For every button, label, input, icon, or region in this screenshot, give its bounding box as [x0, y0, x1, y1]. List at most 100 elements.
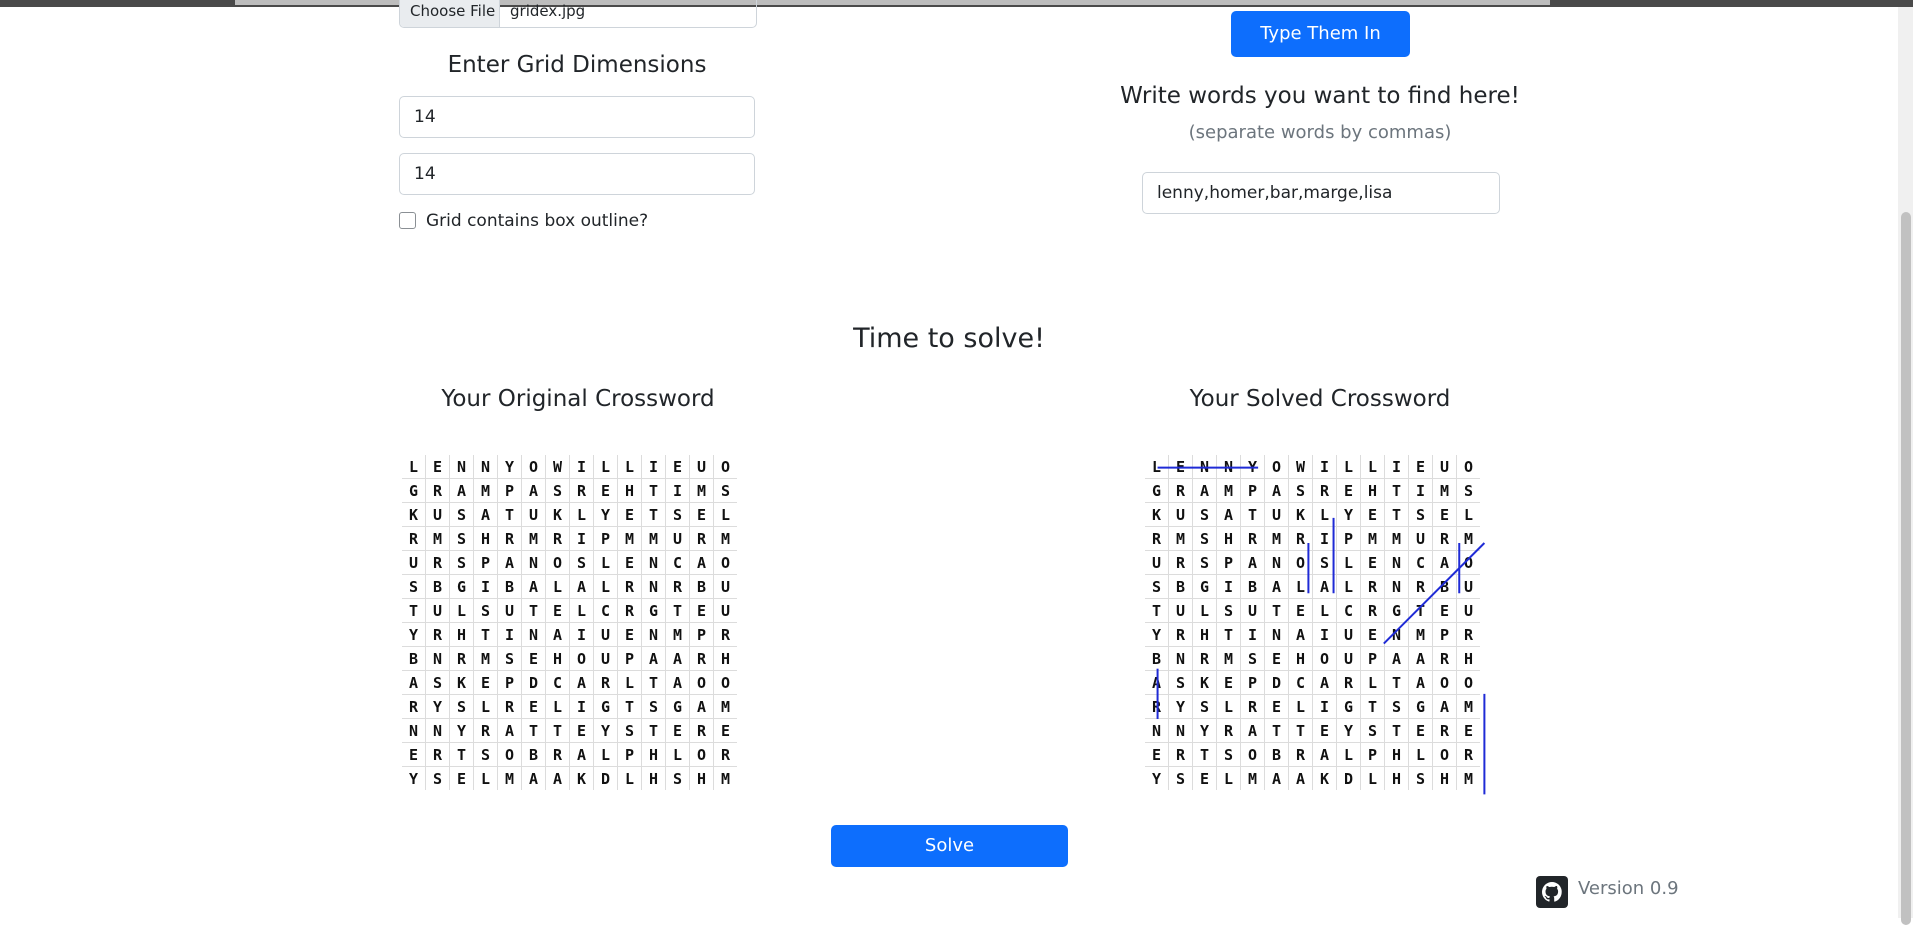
- crossword-cell: A: [1312, 574, 1337, 599]
- outline-checkbox[interactable]: [399, 212, 416, 229]
- crossword-cell: E: [593, 478, 618, 503]
- crossword-cell: Y: [497, 455, 522, 479]
- crossword-row: RMSHRMRIPMMURM: [1145, 526, 1480, 551]
- crossword-cell: U: [593, 646, 618, 671]
- crossword-cell: E: [617, 502, 642, 527]
- crossword-cell: A: [1384, 646, 1409, 671]
- crossword-row: NNYRATTEYSTERE: [1145, 718, 1480, 743]
- crossword-cell: D: [1336, 766, 1361, 790]
- crossword-cell: Y: [1168, 694, 1193, 719]
- crossword-cell: N: [1168, 646, 1193, 671]
- file-input[interactable]: Choose File gridex.jpg: [399, 0, 757, 28]
- crossword-cell: S: [1192, 502, 1217, 527]
- crossword-cell: Y: [1240, 455, 1265, 479]
- crossword-cell: K: [449, 670, 474, 695]
- cols-input[interactable]: 14: [399, 153, 755, 195]
- crossword-cell: O: [1456, 455, 1480, 479]
- crossword-cell: I: [1240, 622, 1265, 647]
- crossword-cell: I: [473, 574, 498, 599]
- crossword-cell: N: [425, 718, 450, 743]
- crossword-cell: E: [569, 718, 594, 743]
- crossword-cell: A: [449, 478, 474, 503]
- crossword-cell: E: [402, 742, 426, 767]
- crossword-cell: L: [1360, 670, 1385, 695]
- crossword-cell: R: [569, 478, 594, 503]
- crossword-cell: R: [1240, 526, 1265, 551]
- crossword-cell: P: [689, 622, 714, 647]
- crossword-cell: D: [521, 670, 546, 695]
- crossword-cell: T: [1145, 598, 1169, 623]
- crossword-cell: A: [473, 502, 498, 527]
- crossword-cell: E: [1192, 766, 1217, 790]
- crossword-cell: P: [1216, 550, 1241, 575]
- crossword-cell: P: [497, 670, 522, 695]
- crossword-cell: S: [713, 478, 737, 503]
- crossword-cell: S: [1288, 478, 1313, 503]
- crossword-cell: O: [713, 455, 737, 479]
- crossword-cell: S: [1456, 478, 1480, 503]
- crossword-cell: L: [1456, 502, 1480, 527]
- crossword-cell: N: [1192, 455, 1217, 479]
- crossword-cell: I: [1408, 478, 1433, 503]
- crossword-cell: R: [689, 646, 714, 671]
- crossword-cell: M: [473, 478, 498, 503]
- crossword-cell: T: [641, 670, 666, 695]
- crossword-cell: G: [449, 574, 474, 599]
- crossword-cell: S: [1192, 526, 1217, 551]
- crossword-cell: U: [1456, 598, 1480, 623]
- crossword-cell: G: [1408, 694, 1433, 719]
- crossword-cell: S: [545, 478, 570, 503]
- crossword-cell: I: [1312, 455, 1337, 479]
- crossword-row: NNYRATTEYSTERE: [402, 718, 737, 743]
- crossword-row: ERTSOBRALPHLOR: [402, 742, 737, 767]
- scrollbar-thumb[interactable]: [1901, 212, 1911, 925]
- words-input[interactable]: lenny,homer,bar,marge,lisa: [1142, 172, 1500, 214]
- crossword-cell: L: [402, 455, 426, 479]
- crossword-cell: P: [1240, 478, 1265, 503]
- crossword-cell: M: [1240, 766, 1265, 790]
- rows-input[interactable]: 14: [399, 96, 755, 138]
- github-icon[interactable]: [1536, 876, 1568, 908]
- crossword-cell: A: [1408, 646, 1433, 671]
- choose-file-button[interactable]: Choose File: [400, 0, 500, 27]
- dimensions-title: Enter Grid Dimensions: [447, 52, 707, 78]
- crossword-cell: T: [641, 478, 666, 503]
- crossword-cell: L: [473, 694, 498, 719]
- crossword-cell: R: [425, 742, 450, 767]
- crossword-table: LENNYOWILLIEUOGRAMPASREHTIMSKUSATUKLYETS…: [402, 455, 737, 790]
- crossword-cell: A: [1288, 622, 1313, 647]
- scrollbar[interactable]: [1898, 7, 1913, 925]
- crossword-cell: A: [1264, 478, 1289, 503]
- crossword-cell: M: [425, 526, 450, 551]
- crossword-cell: P: [593, 526, 618, 551]
- crossword-cell: L: [545, 574, 570, 599]
- version-label: Version 0.9: [1578, 878, 1679, 899]
- crossword-cell: O: [689, 742, 714, 767]
- crossword-cell: A: [569, 670, 594, 695]
- crossword-row: GRAMPASREHTIMS: [402, 478, 737, 503]
- crossword-cell: M: [665, 622, 690, 647]
- crossword-cell: R: [689, 718, 714, 743]
- crossword-cell: A: [521, 574, 546, 599]
- crossword-cell: O: [545, 550, 570, 575]
- crossword-cell: C: [1336, 598, 1361, 623]
- type-them-in-button[interactable]: Type Them In: [1231, 11, 1410, 57]
- crossword-cell: I: [569, 526, 594, 551]
- solve-button[interactable]: Solve: [831, 825, 1068, 867]
- crossword-cell: G: [1336, 694, 1361, 719]
- crossword-row: URSPANOSLENCAO: [402, 550, 737, 575]
- crossword-cell: N: [1168, 718, 1193, 743]
- crossword-cell: T: [641, 502, 666, 527]
- crossword-cell: E: [545, 598, 570, 623]
- crossword-cell: S: [665, 502, 690, 527]
- crossword-cell: I: [1384, 455, 1409, 479]
- crossword-cell: U: [1432, 455, 1457, 479]
- crossword-cell: M: [617, 526, 642, 551]
- crossword-cell: C: [665, 550, 690, 575]
- crossword-row: LENNYOWILLIEUO: [402, 455, 737, 479]
- crossword-cell: L: [617, 670, 642, 695]
- crossword-row: ASKEPDCARLTAOO: [1145, 670, 1480, 695]
- crossword-cell: S: [1360, 718, 1385, 743]
- crossword-cell: C: [593, 598, 618, 623]
- crossword-cell: S: [1216, 742, 1241, 767]
